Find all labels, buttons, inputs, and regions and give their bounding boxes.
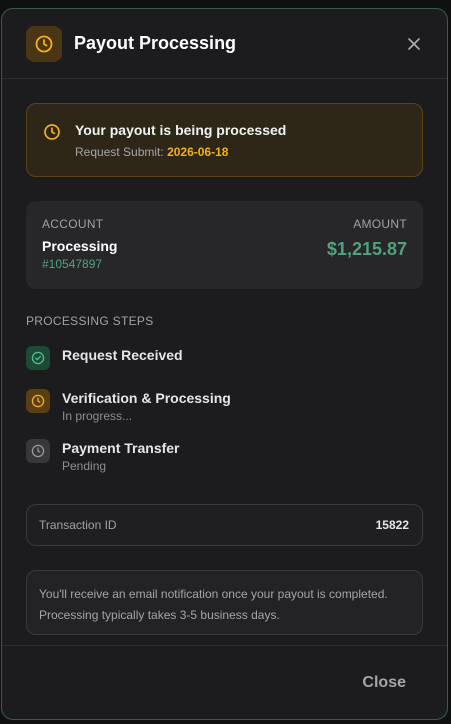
step-subtitle: In progress...: [62, 409, 133, 423]
modal-body: Your payout is being processed Request S…: [2, 79, 447, 635]
clock-icon: [43, 122, 63, 176]
request-submit-date: 2026-06-18: [167, 145, 229, 159]
modal-header: Payout Processing: [2, 9, 447, 79]
modal-footer: Close: [2, 645, 447, 719]
clock-icon: [26, 25, 62, 62]
step-verification: Verification & Processing In progress...: [26, 389, 423, 423]
steps-title: PROCESSING STEPS: [26, 314, 154, 328]
account-label: ACCOUNT: [42, 217, 104, 231]
check-circle-icon: [26, 346, 50, 370]
request-submit-label: Request Submit:: [75, 145, 164, 159]
step-subtitle: Pending: [62, 459, 107, 473]
amount-label: AMOUNT: [353, 217, 407, 231]
banner-title: Your payout is being processed: [75, 122, 287, 138]
payout-amount: $1,215.87: [326, 239, 407, 259]
account-name: Processing: [42, 238, 118, 254]
step-payment-transfer: Payment Transfer Pending: [26, 439, 423, 473]
step-title: Verification & Processing: [62, 390, 231, 406]
account-card: ACCOUNT Processing #10547897 AMOUNT $1,2…: [26, 201, 423, 289]
payout-processing-modal: Payout Processing Your payout is being p…: [1, 8, 448, 720]
transaction-id-row: Transaction ID 15822: [26, 504, 423, 546]
step-title: Request Received: [62, 347, 183, 363]
transaction-id-value: 15822: [375, 518, 409, 532]
close-button[interactable]: Close: [362, 674, 406, 692]
processing-banner: Your payout is being processed Request S…: [26, 103, 423, 177]
close-icon[interactable]: [402, 32, 426, 56]
clock-icon: [26, 439, 50, 463]
account-number: #10547897: [42, 257, 103, 271]
step-title: Payment Transfer: [62, 440, 180, 456]
request-submit-line: Request Submit: 2026-06-18: [75, 145, 286, 159]
transaction-id-label: Transaction ID: [39, 518, 117, 532]
clock-icon: [26, 389, 50, 413]
notification-note: You'll receive an email notification onc…: [26, 570, 423, 635]
modal-title: Payout Processing: [74, 33, 237, 53]
step-request-received: Request Received: [26, 346, 423, 370]
